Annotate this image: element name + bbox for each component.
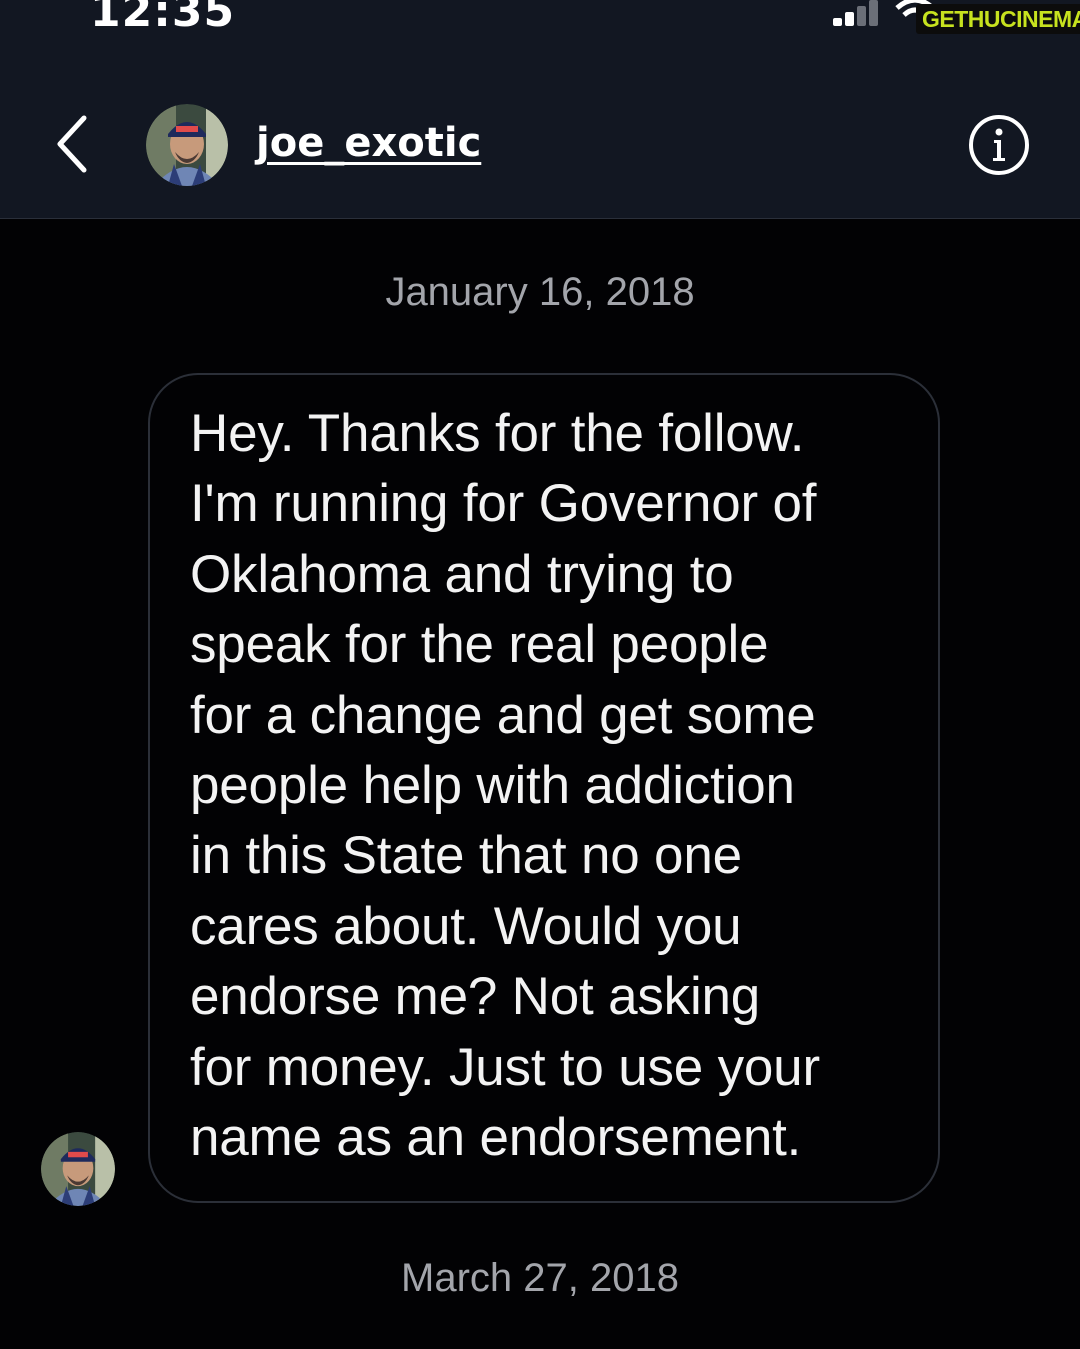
status-time: 12:35 (90, 0, 236, 37)
chevron-left-icon[interactable] (48, 112, 102, 176)
info-icon[interactable] (968, 114, 1030, 176)
username-link[interactable]: joe_exotic (256, 120, 481, 166)
message-bubble[interactable]: Hey. Thanks for the follow. I'm running … (148, 373, 940, 1203)
date-separator: January 16, 2018 (385, 270, 695, 314)
watermark-logo: GETHUCINEMA (916, 4, 1080, 34)
conversation-header: joe_exotic (0, 40, 1080, 219)
status-bar: 12:35 GETHUCINEMA (0, 0, 1080, 40)
date-separator: March 27, 2018 (401, 1256, 679, 1300)
direct-message-screen: 12:35 GETHUCINEMA joe_exotic January 16,… (0, 0, 1080, 1349)
avatar[interactable] (146, 104, 228, 186)
message-text: Hey. Thanks for the follow. I'm running … (190, 404, 820, 1168)
sender-avatar[interactable] (41, 1132, 115, 1206)
cellular-signal-icon (833, 0, 883, 30)
